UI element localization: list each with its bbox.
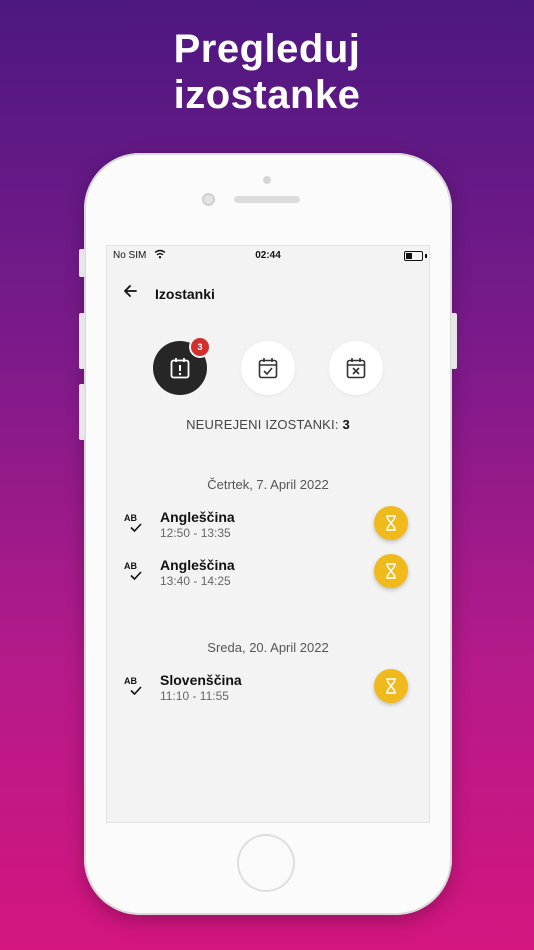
- summary-count: 3: [342, 417, 350, 432]
- filter-unresolved-button[interactable]: 3: [153, 338, 209, 395]
- unresolved-summary: NEUREJENI IZOSTANKI: 3: [107, 417, 429, 432]
- summary-label: NEUREJENI IZOSTANKI:: [186, 417, 339, 432]
- front-camera: [202, 193, 215, 206]
- earpiece-speaker: [234, 196, 300, 203]
- subject-name: Angleščina: [160, 557, 235, 573]
- power-button: [451, 313, 457, 369]
- status-clock: 02:44: [255, 250, 281, 261]
- silent-switch: [79, 249, 85, 277]
- filter-unexcused-button[interactable]: [329, 341, 383, 395]
- battery-icon: [404, 251, 423, 261]
- calendar-alert-icon: [170, 358, 190, 379]
- hourglass-icon[interactable]: [374, 669, 408, 703]
- headline: Pregleduj izostanke: [0, 26, 534, 118]
- volume-down-button: [79, 384, 85, 440]
- lesson-time: 13:40 - 14:25: [160, 574, 231, 588]
- calendar-x-icon: [346, 358, 366, 379]
- calendar-check-icon: [258, 358, 278, 379]
- subject-name: Angleščina: [160, 509, 235, 525]
- app-header: Izostanki: [107, 282, 429, 306]
- page-title: Izostanki: [155, 286, 215, 302]
- hourglass-icon[interactable]: [374, 506, 408, 540]
- absence-row[interactable]: AB Angleščina 12:50 - 13:35: [107, 506, 429, 549]
- subject-ab-icon: AB: [124, 676, 146, 698]
- date-header: Sreda, 20. April 2022: [207, 640, 329, 655]
- lesson-time: 12:50 - 13:35: [160, 526, 231, 540]
- subject-ab-icon: AB: [124, 513, 146, 535]
- absence-row[interactable]: AB Angleščina 13:40 - 14:25: [107, 554, 429, 597]
- subject-ab-icon: AB: [124, 561, 146, 583]
- proximity-sensor: [263, 176, 271, 184]
- status-bar: No SIM 02:44: [107, 246, 429, 266]
- headline-line-2: izostanke: [173, 73, 361, 117]
- absence-row[interactable]: AB Slovenščina 11:10 - 11:55: [107, 669, 429, 712]
- home-button[interactable]: [237, 834, 295, 892]
- battery-tip: [425, 254, 427, 258]
- volume-up-button: [79, 313, 85, 369]
- headline-line-1: Pregleduj: [173, 27, 361, 71]
- back-arrow-icon[interactable]: [123, 284, 137, 303]
- filter-excused-button[interactable]: [241, 341, 295, 395]
- unresolved-count-badge: 3: [191, 338, 209, 356]
- date-header: Četrtek, 7. April 2022: [207, 477, 329, 492]
- subject-name: Slovenščina: [160, 672, 242, 688]
- app-screen: No SIM 02:44 Izostanki 3 NEUREJENI IZOST…: [106, 245, 430, 823]
- lesson-time: 11:10 - 11:55: [160, 689, 229, 703]
- hourglass-icon[interactable]: [374, 554, 408, 588]
